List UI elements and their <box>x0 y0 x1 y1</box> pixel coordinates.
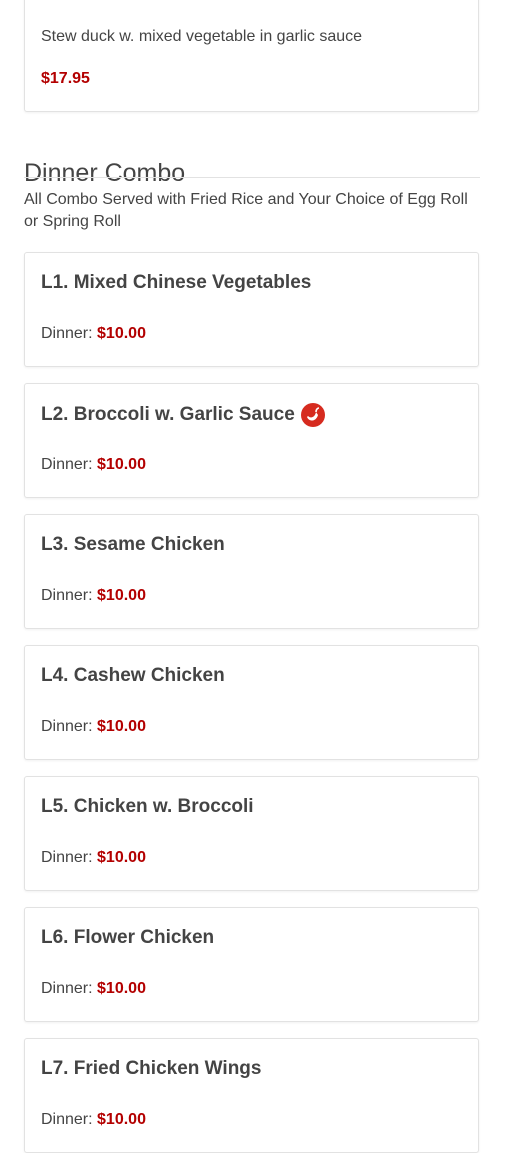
item-price-row: Dinner: $10.00 <box>41 1111 146 1128</box>
item-name: L5. Chicken w. Broccoli <box>41 796 254 817</box>
section-title: Dinner Combo <box>24 158 186 187</box>
menu-item-card[interactable]: L5. Chicken w. Broccoli Dinner: $10.00 <box>24 776 479 891</box>
menu-item-card[interactable]: Stew duck w. mixed vegetable in garlic s… <box>24 0 479 112</box>
item-name: L1. Mixed Chinese Vegetables <box>41 272 312 293</box>
spicy-pepper-icon <box>300 403 325 427</box>
item-price: $10.00 <box>97 849 146 866</box>
menu-item-card[interactable]: L4. Cashew Chicken Dinner: $10.00 <box>24 645 479 760</box>
item-price: $10.00 <box>97 325 146 342</box>
item-name: L6. Flower Chicken <box>41 927 215 948</box>
item-price-row: Dinner: $10.00 <box>41 325 146 342</box>
item-price: $10.00 <box>97 1111 146 1128</box>
menu-item-card[interactable]: L3. Sesame Chicken Dinner: $10.00 <box>24 514 479 629</box>
item-price: $10.00 <box>97 587 146 604</box>
item-price: $17.95 <box>41 70 90 87</box>
menu-item-card[interactable]: L2. Broccoli w. Garlic Sauce Dinner: $10… <box>24 383 479 498</box>
item-price-row: Dinner: $10.00 <box>41 456 146 473</box>
item-name: L4. Cashew Chicken <box>41 665 225 686</box>
item-description: Stew duck w. mixed vegetable in garlic s… <box>41 28 363 45</box>
item-price: $10.00 <box>97 980 146 997</box>
item-price-row: Dinner: $10.00 <box>41 587 146 604</box>
item-price-row: Dinner: $10.00 <box>41 718 146 735</box>
section-note: All Combo Served with Fried Rice and You… <box>24 191 468 230</box>
item-price: $10.00 <box>97 718 146 735</box>
item-name: L2. Broccoli w. Garlic Sauce <box>41 403 325 427</box>
item-price: $10.00 <box>97 456 146 473</box>
menu-item-card[interactable]: L1. Mixed Chinese Vegetables Dinner: $10… <box>24 252 479 367</box>
item-price-row: Dinner: $10.00 <box>41 849 146 866</box>
menu-item-card[interactable]: L6. Flower Chicken Dinner: $10.00 <box>24 907 479 1022</box>
item-name: L7. Fried Chicken Wings <box>41 1058 262 1079</box>
section-divider <box>24 177 480 178</box>
item-name: L3. Sesame Chicken <box>41 534 225 555</box>
item-price-row: Dinner: $10.00 <box>41 980 146 997</box>
menu-item-card[interactable]: L7. Fried Chicken Wings Dinner: $10.00 <box>24 1038 479 1153</box>
